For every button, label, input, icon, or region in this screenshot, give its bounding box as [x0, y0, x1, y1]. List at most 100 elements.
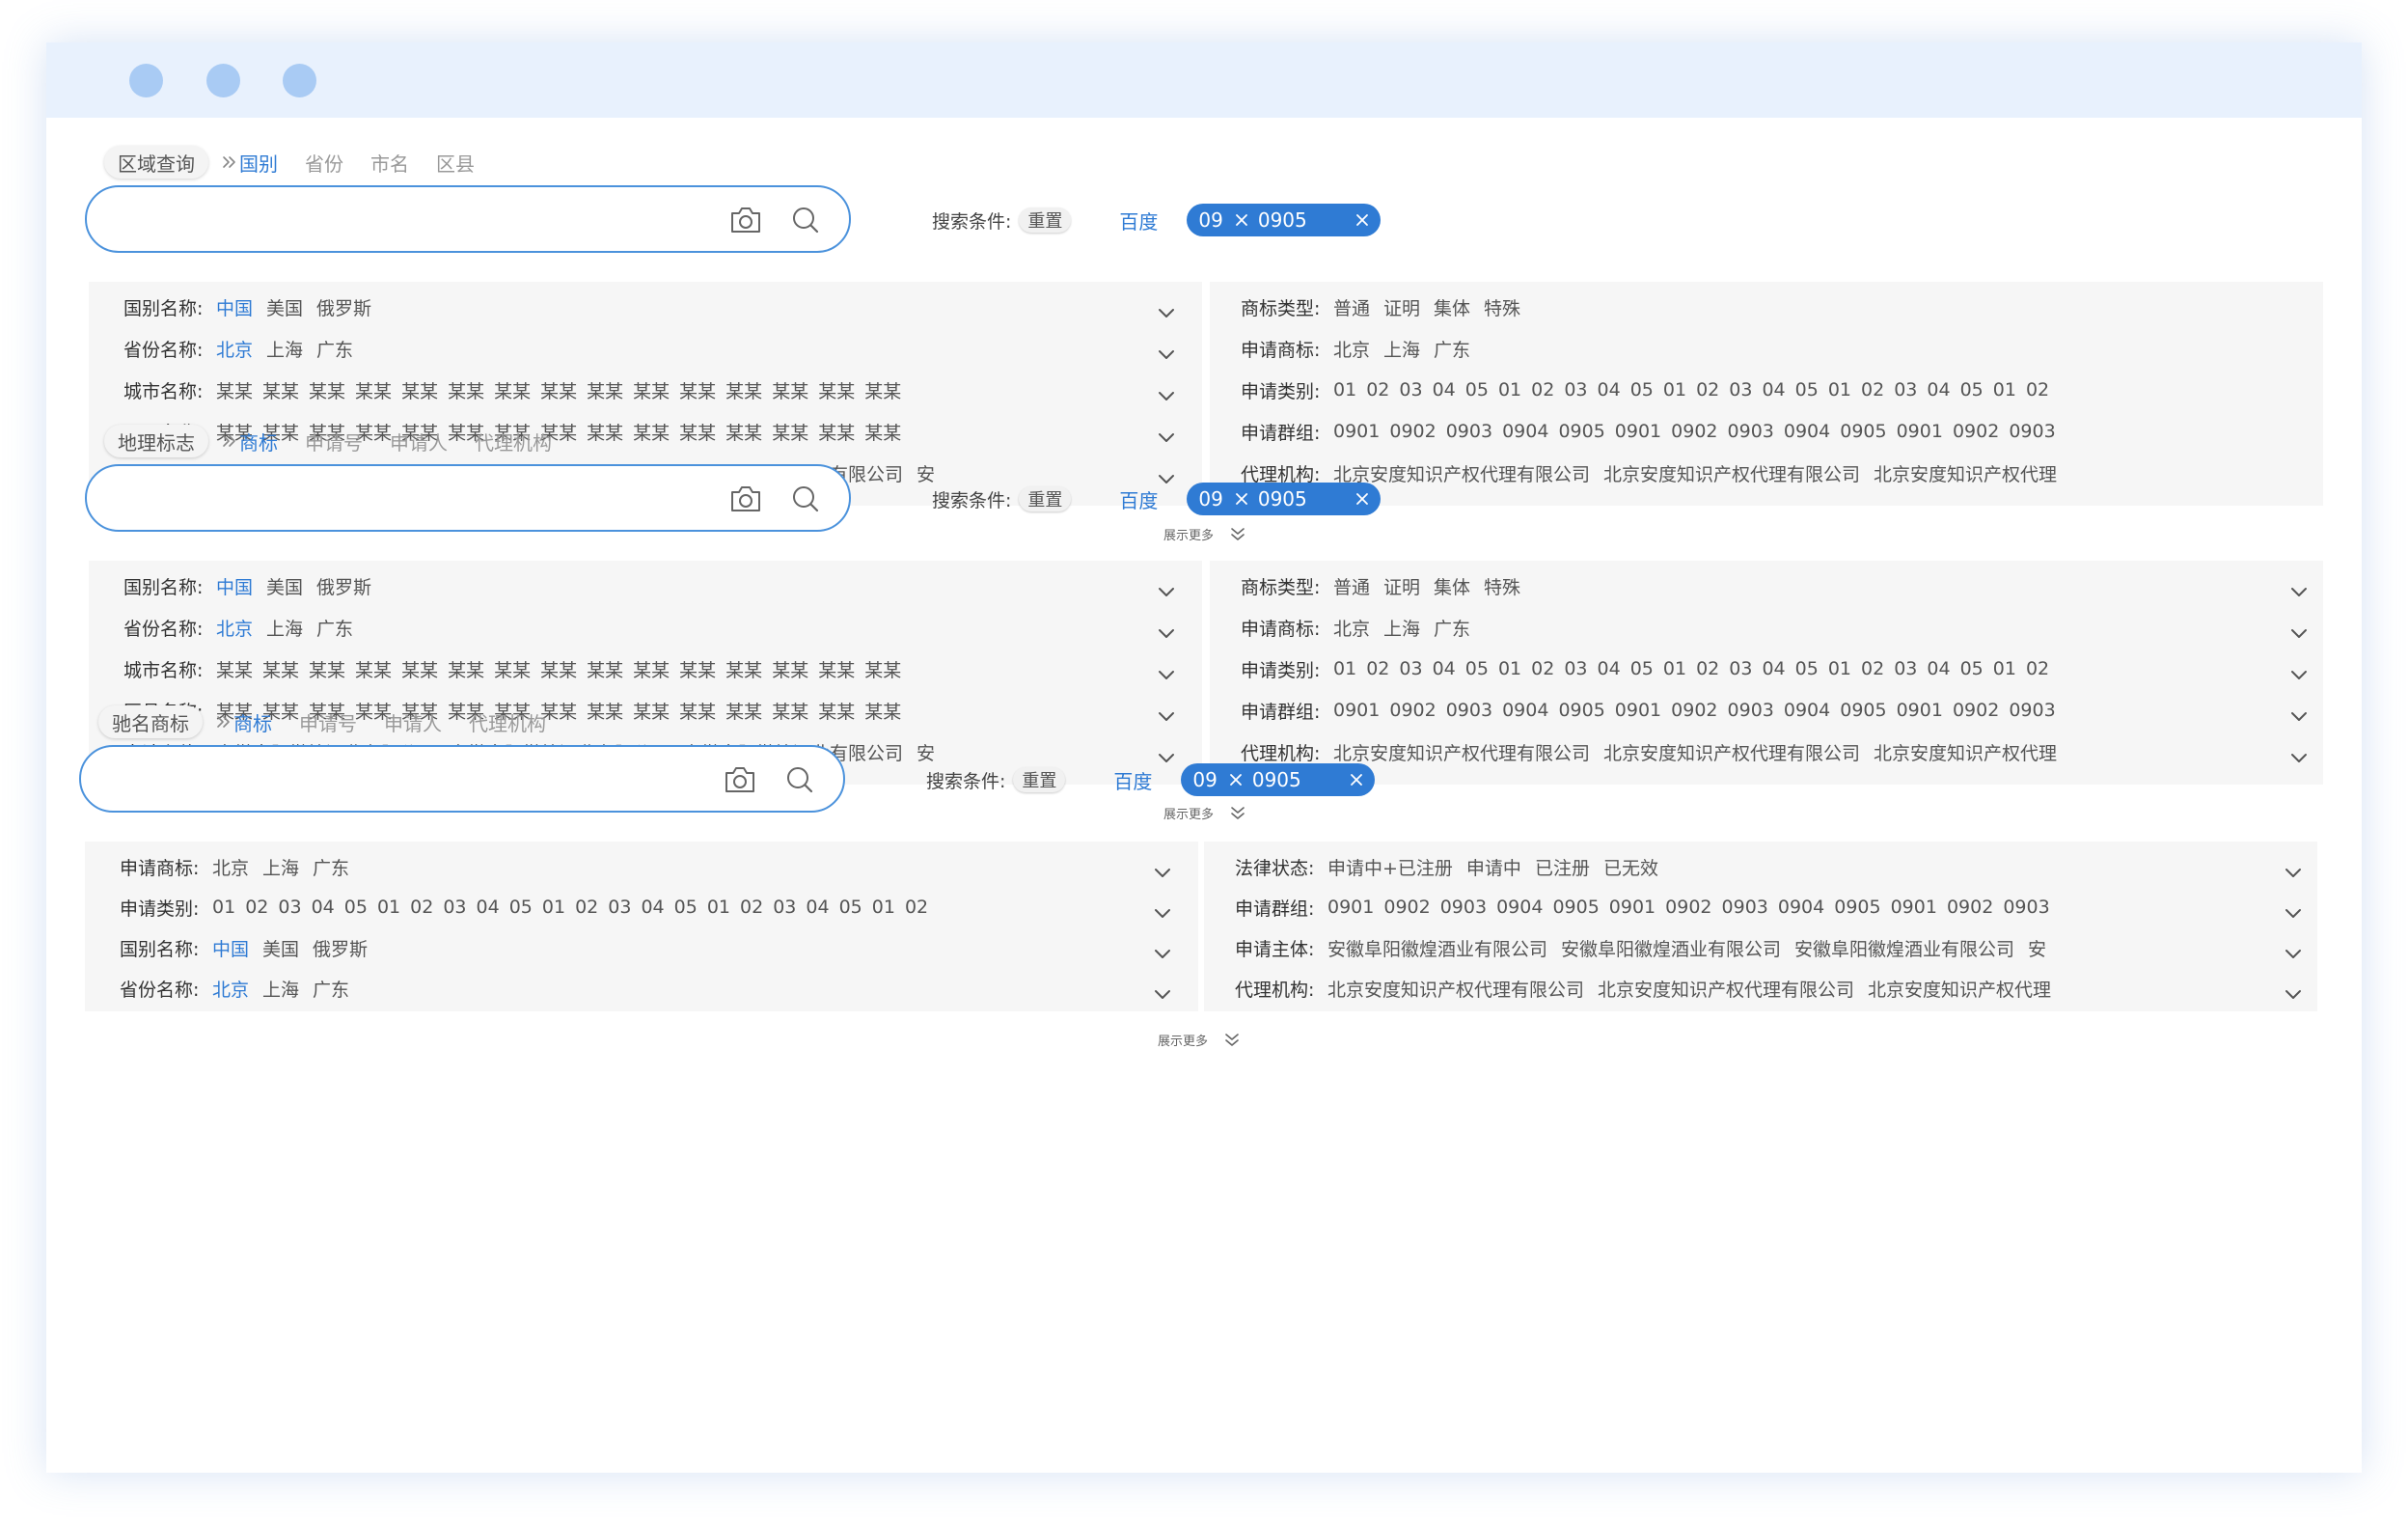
- filter-option[interactable]: 北京安度知识产权代理有限公司: [1598, 976, 1854, 1002]
- search-input[interactable]: [85, 185, 851, 253]
- double-chevron-down-icon[interactable]: [1223, 1033, 1241, 1048]
- filter-option[interactable]: 02: [1531, 658, 1554, 679]
- filter-option[interactable]: 某某: [864, 656, 901, 682]
- filter-option[interactable]: 01: [1663, 379, 1686, 400]
- search-input[interactable]: [79, 745, 845, 813]
- filter-option[interactable]: 广东: [313, 854, 349, 880]
- tab-category-active[interactable]: 地理标志: [104, 425, 208, 457]
- filter-option[interactable]: 03: [1729, 658, 1752, 679]
- filter-option[interactable]: 05: [1465, 379, 1489, 400]
- filter-option[interactable]: 02: [2026, 379, 2049, 400]
- filter-option[interactable]: 广东: [316, 336, 353, 362]
- filter-option[interactable]: 02: [1366, 658, 1389, 679]
- filter-option[interactable]: 已注册: [1535, 854, 1590, 880]
- filter-option[interactable]: 04: [312, 897, 335, 918]
- filter-option[interactable]: 01: [542, 897, 565, 918]
- filter-option[interactable]: 集体: [1434, 573, 1470, 599]
- filter-option[interactable]: 02: [1531, 379, 1554, 400]
- filter-option[interactable]: 上海: [1383, 336, 1420, 362]
- close-icon[interactable]: [1355, 213, 1369, 227]
- filter-option[interactable]: 某某: [633, 656, 670, 682]
- filter-option[interactable]: 广东: [313, 976, 349, 1002]
- chevron-down-icon[interactable]: [1158, 625, 1175, 644]
- filter-option[interactable]: 05: [1630, 379, 1654, 400]
- filter-option[interactable]: 04: [1927, 379, 1950, 400]
- filter-option[interactable]: 某某: [818, 377, 855, 403]
- filter-option[interactable]: 05: [344, 897, 368, 918]
- filter-option[interactable]: 北京: [212, 854, 249, 880]
- filter-option[interactable]: 03: [1399, 658, 1422, 679]
- filter-option[interactable]: 03: [1399, 379, 1422, 400]
- filter-chip[interactable]: 09: [1192, 768, 1242, 791]
- filter-option[interactable]: 0904: [1778, 897, 1824, 918]
- filter-chip[interactable]: 09: [1198, 487, 1247, 511]
- filter-option[interactable]: 02: [1861, 658, 1884, 679]
- filter-option[interactable]: 02: [740, 897, 763, 918]
- tab-item[interactable]: 申请人: [390, 428, 448, 456]
- filter-option[interactable]: 广东: [1434, 615, 1470, 641]
- filter-option[interactable]: 03: [278, 897, 301, 918]
- filter-option[interactable]: 某某: [864, 377, 901, 403]
- close-icon[interactable]: [1350, 773, 1363, 787]
- filter-option[interactable]: 0901: [1891, 897, 1937, 918]
- filter-option[interactable]: 美国: [262, 935, 299, 961]
- chevron-down-icon[interactable]: [1154, 986, 1171, 1005]
- double-chevron-right-icon[interactable]: [222, 434, 237, 448]
- chevron-down-icon[interactable]: [2285, 905, 2302, 924]
- filter-option[interactable]: 俄罗斯: [316, 294, 371, 320]
- filter-option[interactable]: 03: [773, 897, 796, 918]
- filter-option[interactable]: 某某: [725, 656, 762, 682]
- filter-option[interactable]: 05: [1795, 658, 1819, 679]
- filter-option[interactable]: 证明: [1383, 294, 1420, 320]
- filter-option[interactable]: 上海: [262, 976, 299, 1002]
- filter-option[interactable]: 03: [1894, 379, 1917, 400]
- chevron-down-icon[interactable]: [1158, 305, 1175, 323]
- baidu-link[interactable]: 百度: [1119, 207, 1158, 235]
- filter-option[interactable]: 北京: [1333, 336, 1370, 362]
- filter-option[interactable]: 某某: [540, 377, 577, 403]
- filter-option[interactable]: 04: [1762, 379, 1785, 400]
- filter-option[interactable]: 某某: [587, 656, 623, 682]
- filter-option[interactable]: 安徽阜阳徽煌酒业有限公司: [1794, 935, 2014, 961]
- window-dot-2[interactable]: [206, 64, 240, 97]
- filter-option[interactable]: 上海: [1383, 615, 1420, 641]
- filter-option[interactable]: 广东: [316, 615, 353, 641]
- filter-option[interactable]: 某某: [309, 377, 345, 403]
- filter-option[interactable]: 01: [1498, 658, 1521, 679]
- filter-option[interactable]: 03: [1894, 658, 1917, 679]
- filter-option[interactable]: 02: [410, 897, 433, 918]
- filter-option[interactable]: 美国: [266, 294, 303, 320]
- filter-option[interactable]: 02: [2026, 658, 2049, 679]
- chevron-down-icon[interactable]: [1154, 865, 1171, 883]
- filter-option[interactable]: 0905: [1552, 897, 1599, 918]
- filter-option[interactable]: 某某: [818, 656, 855, 682]
- filter-option[interactable]: 中国: [216, 294, 253, 320]
- tab-current[interactable]: 商标: [233, 708, 272, 736]
- search-icon[interactable]: [791, 484, 820, 517]
- filter-option[interactable]: 02: [905, 897, 928, 918]
- filter-option[interactable]: 上海: [266, 336, 303, 362]
- filter-option[interactable]: 02: [245, 897, 268, 918]
- filter-option[interactable]: 北京安度知识产权代理: [1868, 976, 2051, 1002]
- filter-option[interactable]: 集体: [1434, 294, 1470, 320]
- filter-option[interactable]: 某某: [401, 377, 438, 403]
- filter-option[interactable]: 02: [1861, 379, 1884, 400]
- reset-button[interactable]: 重置: [1019, 486, 1072, 511]
- filter-option[interactable]: 04: [1433, 379, 1456, 400]
- filter-option[interactable]: 01: [1333, 379, 1356, 400]
- filter-option[interactable]: 03: [1564, 658, 1587, 679]
- filter-option[interactable]: 北京安度知识产权代理有限公司: [1327, 976, 1584, 1002]
- filter-option[interactable]: 01: [1993, 379, 2016, 400]
- filter-option[interactable]: 05: [1465, 658, 1489, 679]
- filter-option[interactable]: 03: [1564, 379, 1587, 400]
- filter-option[interactable]: 某某: [262, 377, 299, 403]
- baidu-link[interactable]: 百度: [1113, 766, 1152, 794]
- chevron-down-icon[interactable]: [2290, 667, 2308, 685]
- chevron-down-icon[interactable]: [2285, 865, 2302, 883]
- filter-option[interactable]: 某某: [679, 656, 716, 682]
- reset-button[interactable]: 重置: [1019, 207, 1072, 233]
- double-chevron-right-icon[interactable]: [222, 155, 237, 169]
- filter-option[interactable]: 安徽阜阳徽煌酒业有限公司: [1561, 935, 1781, 961]
- filter-option[interactable]: 证明: [1383, 573, 1420, 599]
- filter-option[interactable]: 申请中: [1466, 854, 1521, 880]
